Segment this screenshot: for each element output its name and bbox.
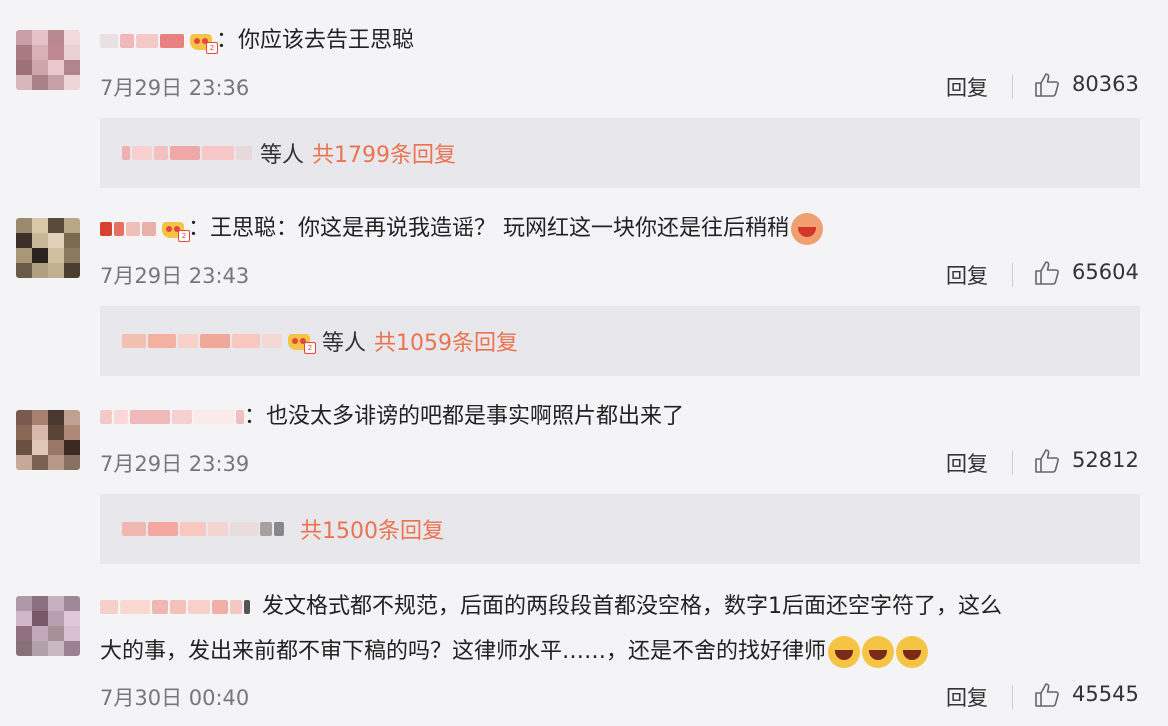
comment-text: ：王思聪：你这是再说我造谣？ 玩网红这一块你还是往后稍稍 [188, 216, 789, 241]
divider [1012, 263, 1013, 287]
thread-etc: 等人 [322, 331, 367, 356]
comment-text: ：你应该去告王思聪 [216, 28, 415, 53]
reply-usernames-blurred [122, 143, 252, 163]
comment-item: ：也没太多诽谤的吧都是事实啊照片都出来了 7月29日 23:39 回复 5281… [0, 386, 1168, 574]
comment-text-continued: 大的事，发出来前都不审下稿的吗？这律师水平……，还是不舍的找好律师 [100, 632, 929, 672]
crown-badge-icon: 2 [188, 28, 218, 54]
reply-usernames-blurred [122, 519, 284, 539]
avatar[interactable] [16, 596, 80, 656]
reply-button[interactable]: 回复 [946, 682, 988, 712]
reply-usernames-blurred [122, 331, 282, 351]
thread-total-link[interactable]: 共1059条回复 [374, 325, 518, 357]
crown-badge-icon: 2 [160, 216, 190, 242]
comment-header: 发文格式都不规范，后面的两段段首都没空格，数字1后面还空字符了，这么 [100, 590, 1002, 624]
avatar[interactable] [16, 410, 80, 470]
avatar[interactable] [16, 30, 80, 90]
comment-item: 2 ：王思聪：你这是再说我造谣？ 玩网红这一块你还是往后稍稍 7月29日 23:… [0, 196, 1168, 386]
comment-time: 7月29日 23:43 [100, 264, 250, 288]
username-blurred[interactable] [100, 31, 184, 51]
divider [1012, 75, 1013, 99]
reply-thread[interactable]: 等人 共1799条回复 [100, 118, 1140, 188]
username-blurred[interactable] [100, 219, 156, 239]
grin-emoji-icon [791, 213, 823, 245]
comment-text: 发文格式都不规范，后面的两段段首都没空格，数字1后面还空字符了，这么 [262, 594, 1002, 619]
thread-total-link[interactable]: 共1500条回复 [300, 513, 444, 545]
comment-time: 7月29日 23:39 [100, 452, 250, 476]
reply-thread[interactable]: 2 等人 共1059条回复 [100, 306, 1140, 376]
laugh-cry-emoji-icon [862, 636, 895, 668]
crown-badge-icon: 2 [286, 328, 316, 354]
username-blurred[interactable] [100, 597, 250, 617]
like-count: 45545 [1072, 682, 1139, 706]
username-blurred[interactable] [100, 407, 244, 427]
like-count: 52812 [1072, 448, 1139, 472]
avatar[interactable] [16, 218, 80, 278]
comment-header: 2 ：王思聪：你这是再说我造谣？ 玩网红这一块你还是往后稍稍 [100, 212, 823, 246]
divider [1012, 685, 1013, 709]
thumbs-up-icon[interactable] [1034, 682, 1060, 708]
reply-thread[interactable]: 共1500条回复 [100, 494, 1140, 564]
comment-time: 7月30日 00:40 [100, 686, 250, 710]
reply-button[interactable]: 回复 [946, 72, 988, 102]
thumbs-up-icon[interactable] [1034, 448, 1060, 474]
like-count: 80363 [1072, 72, 1139, 96]
reply-button[interactable]: 回复 [946, 260, 988, 290]
comment-header: 2 ：你应该去告王思聪 [100, 24, 414, 58]
comment-item: 发文格式都不规范，后面的两段段首都没空格，数字1后面还空字符了，这么 大的事，发… [0, 574, 1168, 726]
comment-time: 7月29日 23:36 [100, 76, 250, 100]
like-count: 65604 [1072, 260, 1139, 284]
comment-header: ：也没太多诽谤的吧都是事实啊照片都出来了 [100, 400, 684, 434]
laugh-cry-emoji-icon [896, 636, 929, 668]
laugh-cry-emoji-icon [828, 636, 861, 668]
reply-button[interactable]: 回复 [946, 448, 988, 478]
thread-etc: 等人 [260, 143, 305, 168]
comment-text: ：也没太多诽谤的吧都是事实啊照片都出来了 [244, 404, 685, 429]
thumbs-up-icon[interactable] [1034, 72, 1060, 98]
comment-item: 2 ：你应该去告王思聪 7月29日 23:36 回复 80363 等人 共179… [0, 0, 1168, 196]
thumbs-up-icon[interactable] [1034, 260, 1060, 286]
comment-text-line2: 大的事，发出来前都不审下稿的吗？这律师水平……，还是不舍的找好律师 [100, 639, 827, 664]
divider [1012, 451, 1013, 475]
thread-total-link[interactable]: 共1799条回复 [312, 137, 456, 169]
